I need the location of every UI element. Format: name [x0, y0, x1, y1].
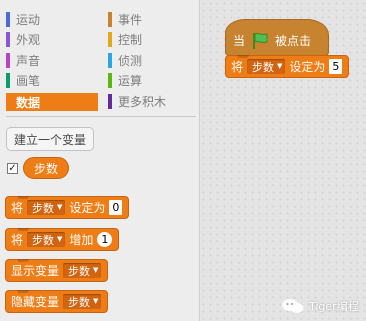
green-flag-icon	[253, 32, 268, 49]
category-label: 控制	[118, 32, 143, 47]
value-input[interactable]: 5	[329, 59, 343, 74]
category-color-bar	[6, 11, 10, 27]
variable-reporter[interactable]: 步数	[23, 157, 70, 179]
category-color-bar	[6, 94, 10, 110]
category-sound[interactable]: 声音	[6, 52, 98, 68]
dropdown-arrow-icon: ▼	[57, 235, 63, 243]
category-more-blocks[interactable]: 更多积木	[108, 93, 200, 109]
hide-variable-block[interactable]: 隐藏变量 步数 ▼	[5, 290, 109, 313]
category-sensing[interactable]: 侦测	[108, 52, 200, 68]
category-label: 画笔	[16, 73, 41, 88]
category-label: 运动	[16, 12, 41, 27]
category-divider	[6, 116, 196, 117]
category-list: 运动 外观 声音 画笔 数据 事件 控制 侦测 运算 更多积木	[0, 0, 199, 116]
category-color-bar	[6, 31, 10, 47]
variable-show-checkbox[interactable]: ✓	[7, 163, 18, 174]
when-flag-clicked-block[interactable]: 当 被点击	[225, 19, 329, 56]
variable-dropdown[interactable]: 步数 ▼	[27, 232, 66, 247]
variable-dropdown[interactable]: 步数 ▼	[27, 200, 66, 215]
dropdown-arrow-icon: ▼	[93, 297, 99, 305]
category-events[interactable]: 事件	[108, 11, 200, 27]
dropdown-value: 步数	[68, 295, 91, 309]
watermark-text: Tiger编程	[309, 300, 359, 313]
variable-dropdown[interactable]: 步数 ▼	[63, 294, 102, 309]
block-text: 被点击	[275, 34, 312, 48]
value-input[interactable]: 0	[109, 200, 123, 215]
category-color-bar	[108, 31, 112, 47]
block-text: 显示变量	[11, 264, 60, 278]
category-operators[interactable]: 运算	[108, 72, 200, 88]
dropdown-arrow-icon: ▼	[277, 62, 283, 70]
category-label: 声音	[16, 53, 41, 68]
variable-reporter-label: 步数	[34, 161, 59, 176]
block-text: 增加	[69, 233, 94, 247]
category-data[interactable]: 数据	[6, 93, 98, 111]
block-palette: 运动 外观 声音 画笔 数据 事件 控制 侦测 运算 更多积木 建立一个变量 ✓…	[0, 0, 199, 321]
dropdown-value: 步数	[32, 233, 55, 247]
category-label: 外观	[16, 32, 41, 47]
variable-dropdown[interactable]: 步数 ▼	[63, 263, 102, 278]
category-color-bar	[6, 52, 10, 68]
category-looks[interactable]: 外观	[6, 31, 98, 47]
category-color-bar	[108, 11, 112, 27]
wechat-icon	[282, 299, 304, 313]
set-variable-block-script[interactable]: 将 步数 ▼ 设定为 5	[225, 55, 350, 78]
category-label: 更多积木	[118, 94, 167, 109]
make-variable-button[interactable]: 建立一个变量	[6, 127, 94, 151]
dropdown-value: 步数	[68, 264, 91, 278]
category-color-bar	[108, 93, 112, 109]
change-variable-block[interactable]: 将 步数 ▼ 增加 1	[5, 228, 120, 251]
category-motion[interactable]: 运动	[6, 11, 98, 27]
category-color-bar	[108, 52, 112, 68]
category-label: 侦测	[118, 53, 143, 68]
value-input[interactable]: 1	[97, 232, 113, 247]
category-label: 数据	[16, 95, 41, 110]
category-pen[interactable]: 画笔	[6, 72, 98, 88]
category-label: 运算	[118, 73, 143, 88]
dropdown-value: 步数	[32, 201, 55, 215]
watermark: Tiger编程	[281, 298, 359, 314]
block-text: 设定为	[289, 60, 326, 74]
show-variable-block[interactable]: 显示变量 步数 ▼	[5, 259, 109, 282]
block-text: 隐藏变量	[11, 295, 60, 309]
category-color-bar	[6, 72, 10, 88]
dropdown-arrow-icon: ▼	[93, 266, 99, 274]
set-variable-block[interactable]: 将 步数 ▼ 设定为 0	[5, 196, 130, 219]
block-text: 将	[231, 60, 244, 74]
block-text: 将	[11, 233, 24, 247]
block-text: 设定为	[69, 201, 106, 215]
block-text: 当	[233, 34, 246, 48]
block-text: 将	[11, 201, 24, 215]
category-label: 事件	[118, 12, 143, 27]
category-control[interactable]: 控制	[108, 31, 200, 47]
dropdown-value: 步数	[252, 60, 275, 74]
dropdown-arrow-icon: ▼	[57, 203, 63, 211]
category-color-bar	[108, 72, 112, 88]
variable-dropdown[interactable]: 步数 ▼	[247, 59, 286, 74]
